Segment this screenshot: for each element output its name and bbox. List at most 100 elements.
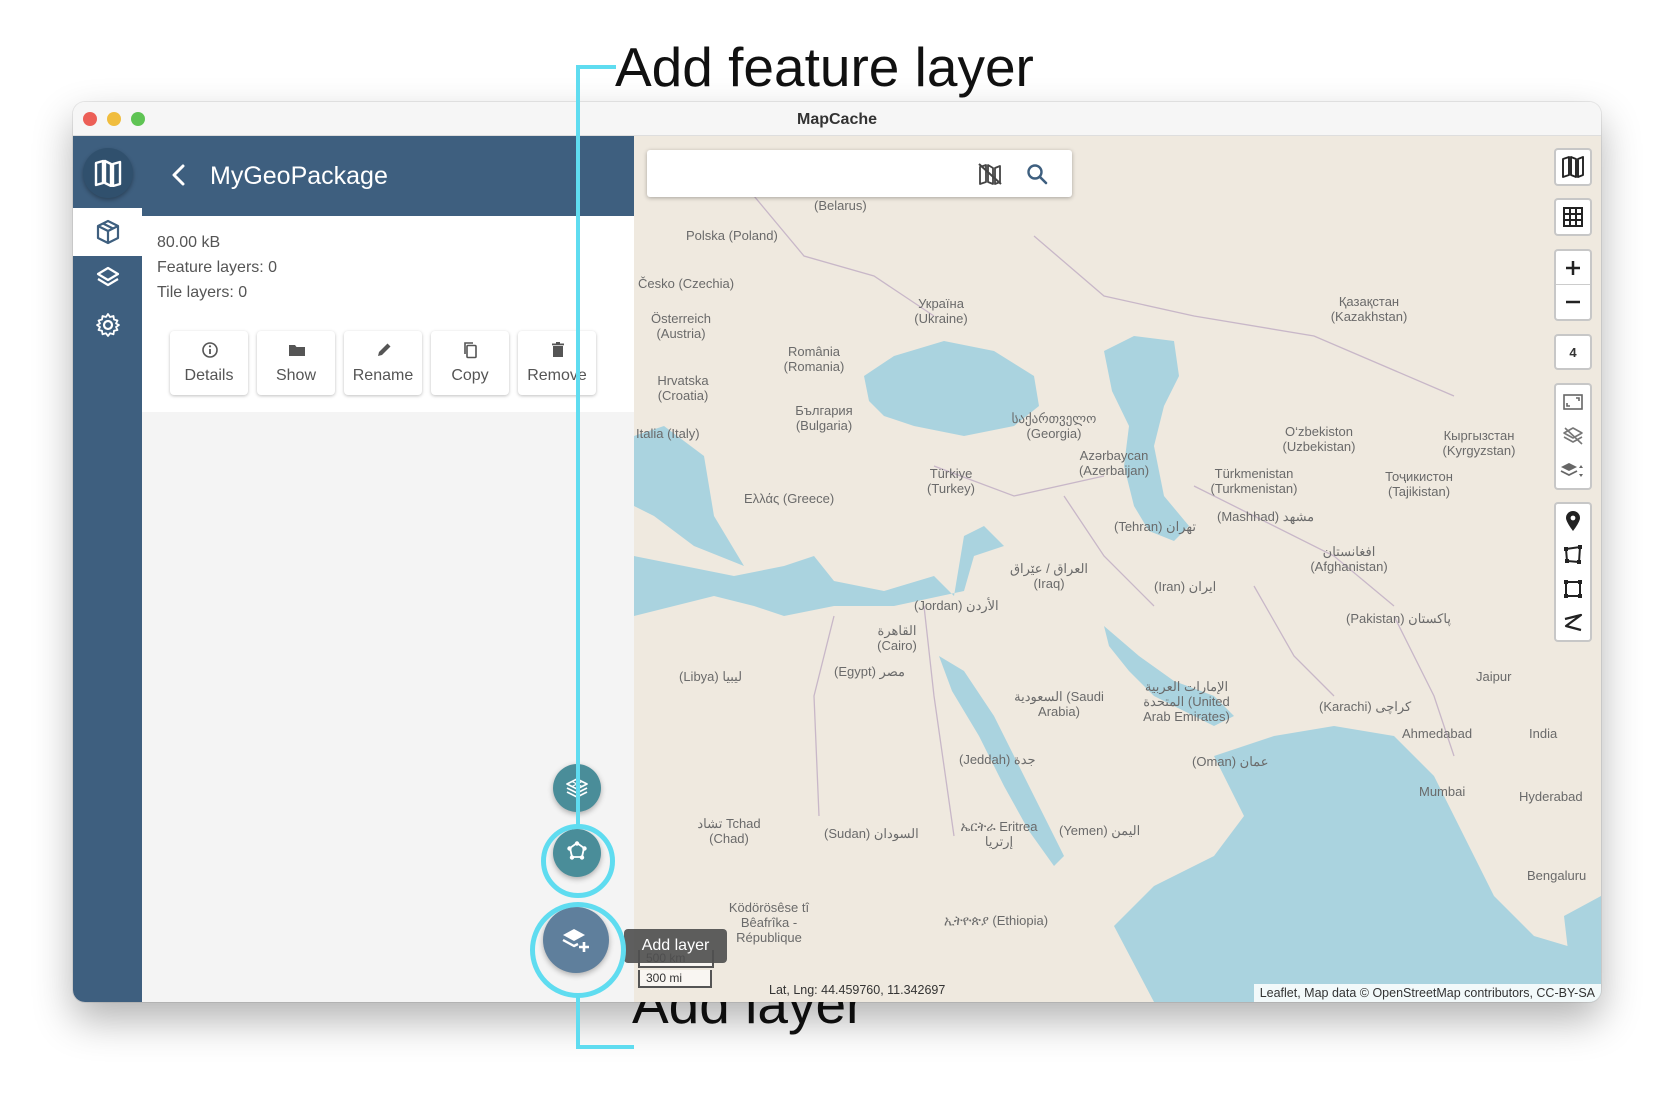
map-label-kazakhstan: Қазақстан (Kazakhstan) [1330, 294, 1408, 324]
layers-off-icon [1563, 427, 1583, 446]
layer-order-icon [1560, 462, 1583, 477]
copy-button[interactable]: Copy [431, 331, 509, 395]
hide-map-toggle[interactable] [977, 162, 1003, 186]
rail-item-settings[interactable] [73, 301, 142, 349]
callout-bottom-vertical [576, 996, 580, 1048]
map-view[interactable]: (Belarus) Polska (Poland) Česko (Czechia… [634, 136, 1601, 1002]
map-label-mashhad: (Mashhad) مشهد [1217, 509, 1315, 524]
geopackage-icon [96, 219, 119, 245]
page-title: MyGeoPackage [210, 162, 388, 190]
rail-item-layers[interactable] [73, 254, 142, 302]
map-label-sudan: (Sudan) السودان [824, 826, 919, 841]
callout-ring-add-layer [530, 902, 626, 998]
trash-icon [552, 342, 564, 357]
map-search-input[interactable] [647, 150, 967, 197]
annotation-add-feature-layer: Add feature layer [615, 36, 1034, 98]
map-off-icon [978, 163, 1002, 185]
zoom-level: 4 [1569, 344, 1577, 360]
map-label-romania: România (Romania) [783, 344, 845, 374]
map-label-iraq: العراق / عێراق (Iraq) [1009, 561, 1089, 591]
map-label-greece: Ελλάς (Greece) [744, 491, 835, 506]
details-button[interactable]: Details [170, 331, 248, 395]
map-label-hyderabad: Hyderabad [1519, 789, 1583, 804]
scale-bar-mi: 300 mi [638, 970, 712, 988]
map-marker-icon [1566, 511, 1580, 531]
fit-bounds-button[interactable] [1556, 385, 1590, 419]
rename-label: Rename [352, 367, 414, 384]
app-logo[interactable] [83, 148, 133, 198]
draw-polygon-button[interactable] [1556, 538, 1590, 572]
draw-marker-button[interactable] [1556, 504, 1590, 538]
search-icon [1027, 164, 1048, 185]
remove-label: Remove [527, 367, 587, 384]
grid-overlay-button[interactable] [1554, 198, 1592, 236]
zoom-in-button[interactable] [1556, 251, 1590, 286]
zoom-level-indicator: 4 [1554, 334, 1592, 370]
map-label-afghanistan: افغانستان (Afghanistan) [1310, 544, 1388, 574]
search-button[interactable] [1025, 162, 1049, 186]
add-layer-tooltip: Add layer [624, 929, 727, 963]
map-label-turkey: Türkiye (Turkey) [927, 466, 975, 496]
show-label: Show [275, 367, 317, 384]
titlebar: MapCache [73, 102, 1601, 136]
details-label: Details [184, 367, 234, 384]
settings-gear-icon [95, 313, 120, 337]
map-label-iran: (Iran) ایران [1154, 579, 1217, 594]
map-label-austria: Österreich (Austria) [651, 311, 711, 341]
chevron-left-icon [172, 164, 185, 186]
remove-button[interactable]: Remove [518, 331, 596, 395]
show-button[interactable]: Show [257, 331, 335, 395]
rail-item-geopackage[interactable] [73, 208, 142, 256]
plus-icon [1566, 260, 1580, 275]
map-label-libya: (Libya) ليبيا [679, 669, 743, 684]
layers-icon [96, 266, 119, 287]
pencil-icon [378, 343, 391, 356]
map-label-chad: تشاد Tchad (Chad) [697, 816, 761, 846]
folder-icon [289, 345, 305, 356]
map-label-jordan: (Jordan) الأردن [914, 598, 999, 613]
back-button[interactable] [164, 160, 194, 190]
rename-button[interactable]: Rename [344, 331, 422, 395]
callout-bottom-horizontal [576, 1045, 634, 1049]
callout-top-vertical [576, 65, 580, 825]
zoom-controls [1554, 249, 1592, 321]
map-label-kyrgyzstan: Кыргызстан (Kyrgyzstan) [1442, 428, 1516, 458]
map-label-ahmedabad: Ahmedabad [1402, 726, 1473, 741]
basemap-button[interactable] [1554, 148, 1592, 186]
map-label-czechia: Česko (Czechia) [638, 276, 735, 291]
minus-icon [1566, 300, 1580, 304]
map-label-tajikistan: Тоҷикистон (Tajikistan) [1385, 469, 1453, 499]
copy-label: Copy [451, 367, 489, 384]
zoom-out-button[interactable] [1556, 285, 1590, 319]
draw-polyline-button[interactable] [1556, 606, 1590, 640]
map-label-ethiopia: ኢትዮጵያ (Ethiopia) [944, 913, 1049, 928]
panel-header: MyGeoPackage [142, 136, 634, 216]
info-icon [202, 342, 218, 358]
map-label-cairo: القاهرة (Cairo) [877, 623, 917, 653]
map-icon [1562, 156, 1584, 178]
layer-order-button[interactable] [1556, 454, 1590, 488]
map-label-yemen: (Yemen) اليمن [1059, 823, 1141, 838]
map-logo-icon [94, 159, 122, 187]
window-title: MapCache [796, 111, 878, 128]
tile-layers-count: Tile layers: 0 [157, 284, 248, 301]
map-label-saudi-arabia: السعودية (Saudi Arabia) [1014, 689, 1104, 719]
lat-lng-readout: Lat, Lng: 44.459760, 11.342697 [769, 983, 946, 997]
map-label-georgia: საქართველო (Georgia) [1011, 411, 1097, 441]
app-window: MapCache MyGeoPackage 80.00 kB Feature l… [73, 102, 1601, 1002]
map-label-india: India [1529, 726, 1558, 741]
draw-rectangle-button[interactable] [1556, 572, 1590, 606]
map-label-oman: (Oman) عمان [1192, 754, 1269, 769]
map-label-mumbai: Mumbai [1419, 784, 1466, 799]
map-label-belarus: (Belarus) [814, 198, 867, 213]
map-label-poland: Polska (Poland) [686, 228, 778, 243]
map-label-central-african-republic: Ködörösêse tî Bêafrîka - République [728, 900, 810, 945]
geopackage-info-card: 80.00 kB Feature layers: 0 Tile layers: … [142, 216, 634, 412]
feature-layers-count: Feature layers: 0 [157, 259, 278, 276]
draw-tools-group [1554, 502, 1592, 642]
map-search-box [647, 150, 1072, 197]
map-label-tehran: (Tehran) تهران [1114, 519, 1196, 534]
clear-layers-button[interactable] [1556, 419, 1590, 453]
map-label-uzbekistan: O‘zbekiston (Uzbekistan) [1282, 424, 1356, 454]
callout-ring-feature-layer [541, 824, 615, 898]
